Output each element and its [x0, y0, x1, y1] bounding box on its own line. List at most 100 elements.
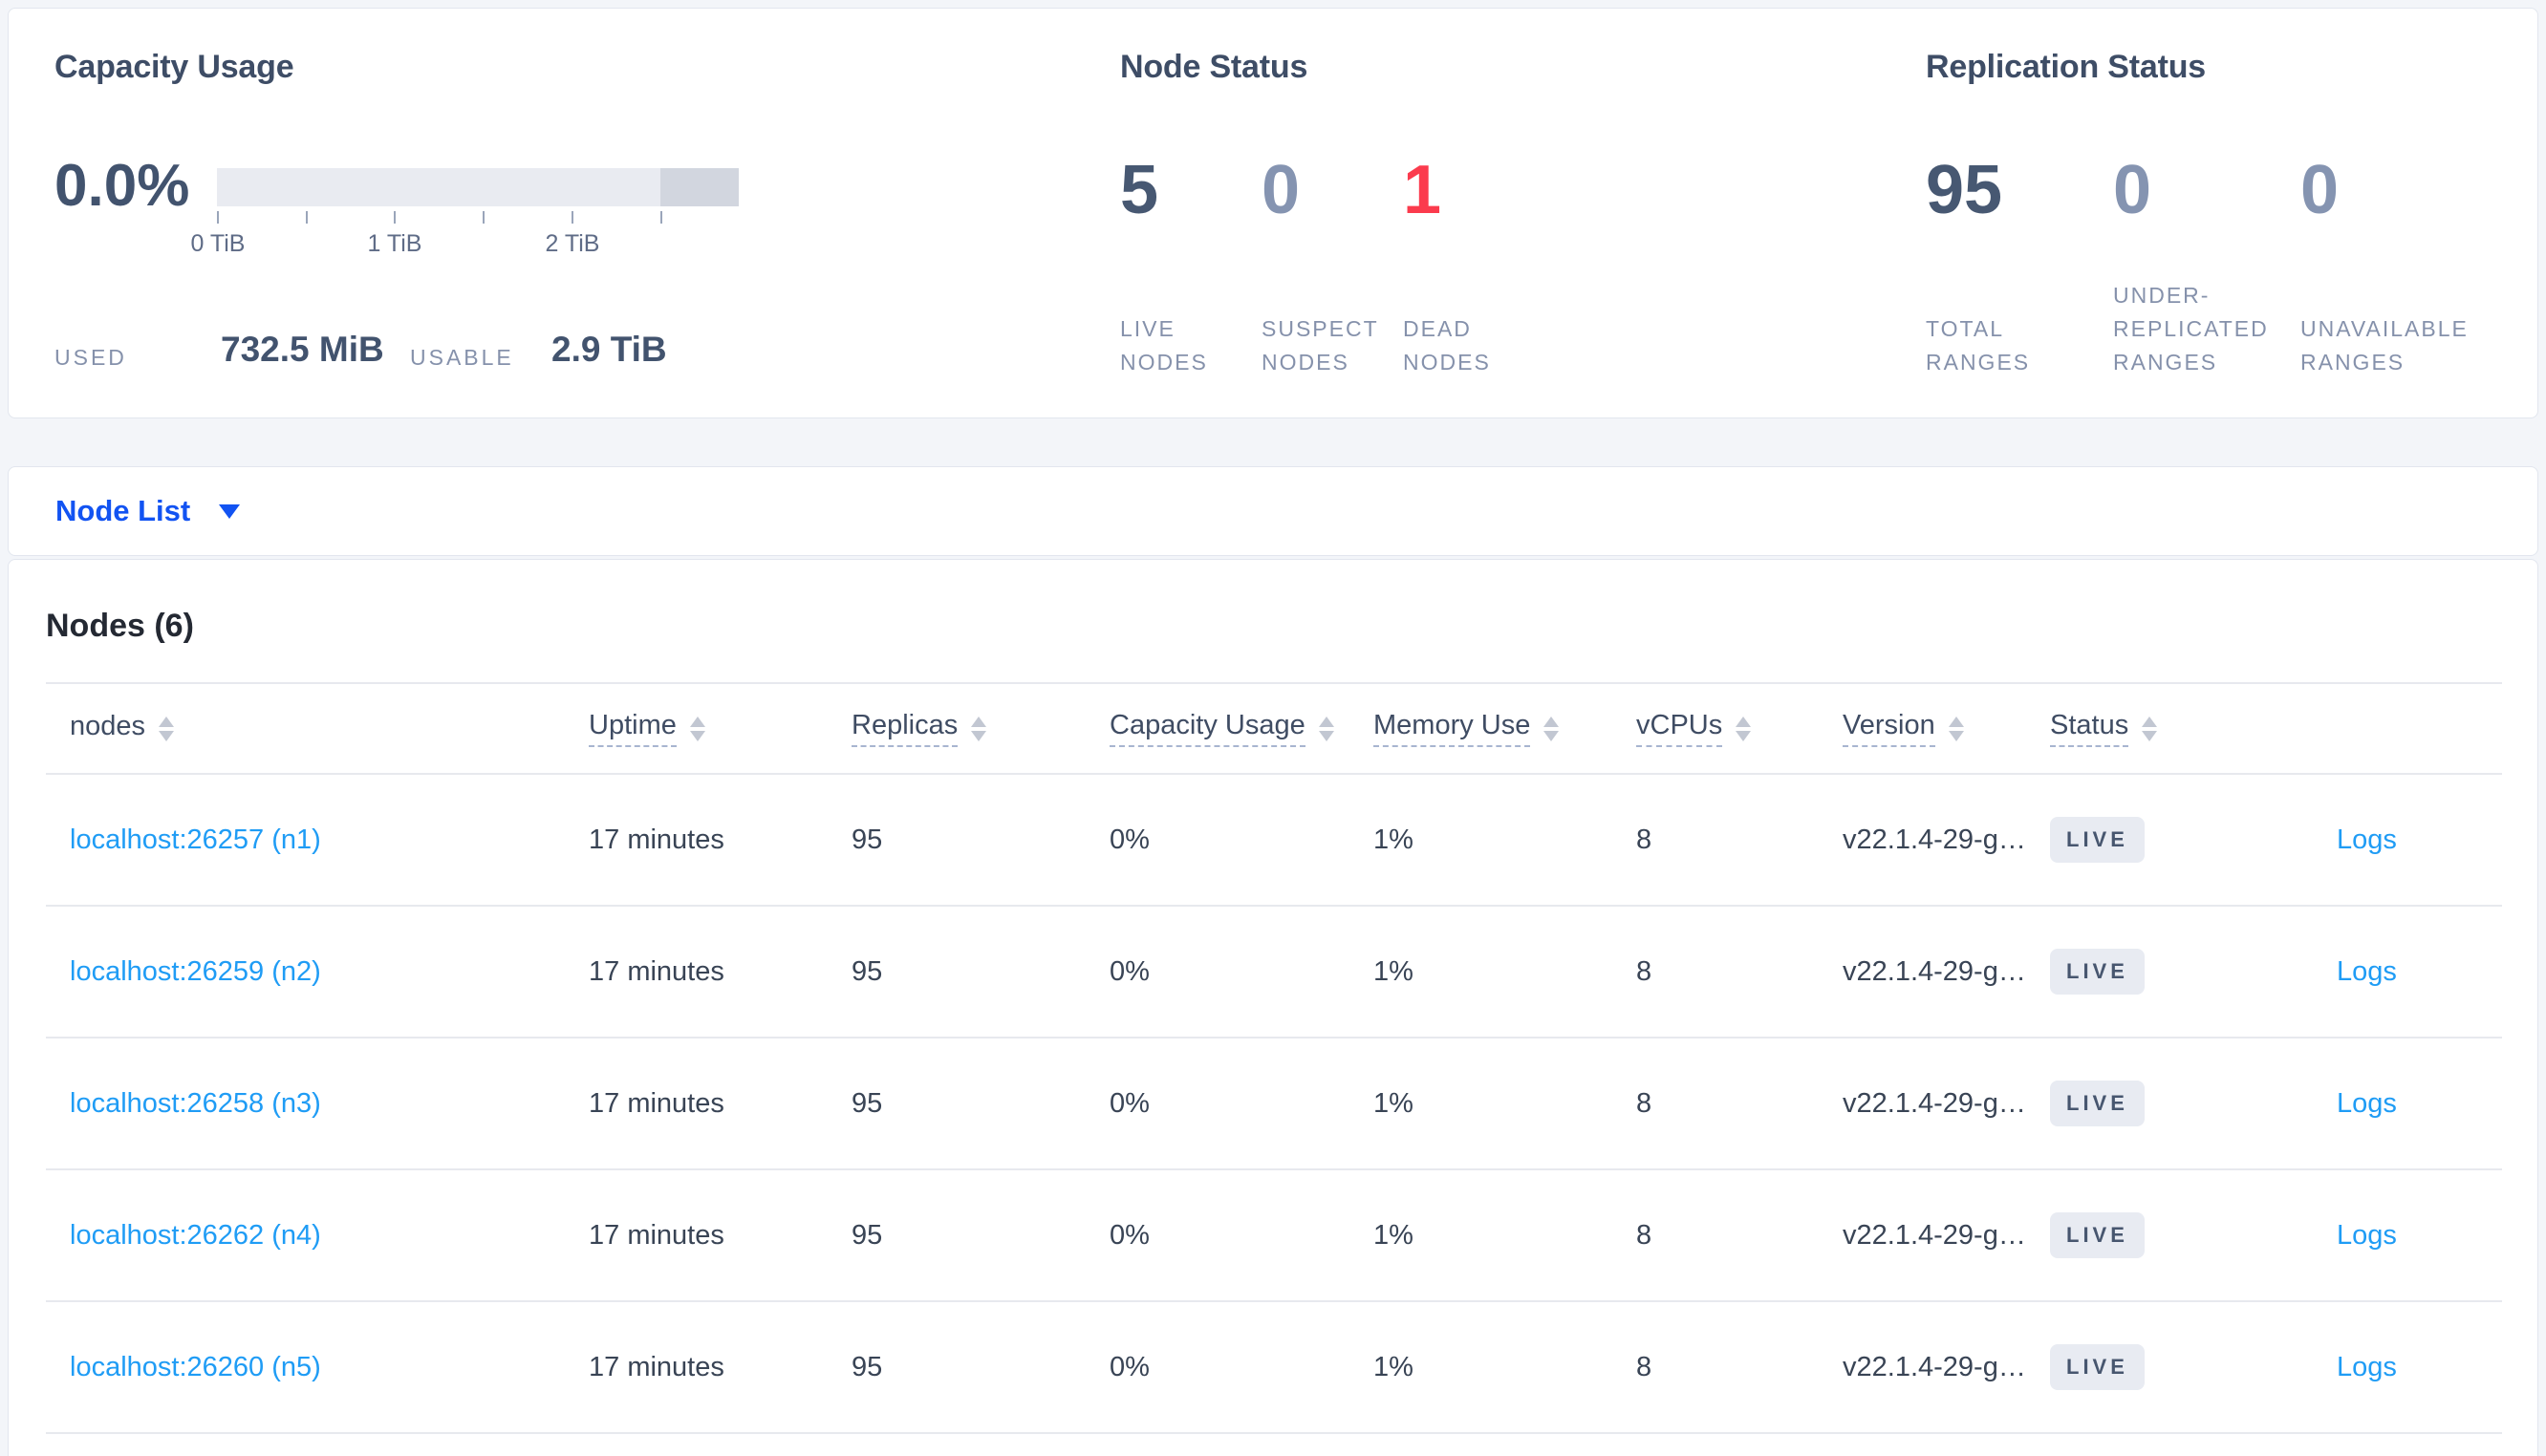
capacity-axis-tick [572, 211, 573, 224]
stat-label: DEAD NODES [1403, 316, 1491, 375]
replication-status-labels: TOTAL RANGES UNDER-REPLICATED RANGES UNAVA… [1926, 279, 2488, 379]
capacity-usable-value: 2.9 TiB [551, 330, 667, 369]
version-cell: v22.1.4-29-g… [1819, 1301, 2026, 1434]
memory-use-cell: 1% [1349, 1038, 1612, 1170]
replicas-cell: 95 [828, 906, 1086, 1038]
node-status-labels: LIVE NODES SUSPECT NODES DEAD NODES [1120, 279, 1544, 379]
column-label: Status [2050, 710, 2129, 747]
replicas-cell: 95 [828, 1301, 1086, 1434]
node-link[interactable]: localhost:26258 (n3) [70, 1088, 321, 1119]
column-header-uptime[interactable]: Uptime [565, 682, 828, 775]
capacity-bar-reserved-segment [660, 168, 739, 206]
capacity-tick-label: 2 TiB [545, 230, 600, 257]
version-cell: v22.1.4-29-g… [1819, 1038, 2026, 1170]
column-header-status[interactable]: Status [2026, 682, 2313, 775]
table-row: localhost:26259 (n2) 17 minutes 95 0% 1%… [46, 906, 2502, 1038]
logs-link[interactable]: Logs [2337, 1088, 2397, 1119]
vcpus-cell: 8 [1612, 1038, 1819, 1170]
capacity-usage-cell: 0% [1086, 1301, 1349, 1434]
status-badge: LIVE [2050, 949, 2145, 995]
vcpus-cell: 8 [1612, 774, 1819, 907]
sort-arrows-icon[interactable] [1736, 716, 1752, 741]
uptime-cell: 17 minutes [565, 1038, 828, 1170]
logs-link[interactable]: Logs [2337, 1352, 2397, 1382]
vcpus-cell: 8 [1612, 906, 1819, 1038]
node-status-values: 5 0 1 [1120, 152, 1544, 228]
replication-status-title: Replication Status [1926, 49, 2207, 85]
sort-arrows-icon[interactable] [1543, 716, 1560, 741]
table-header-row: nodes Uptime Replicas Capacity Usage Memory … [46, 682, 2502, 775]
status-badge: LIVE [2050, 1081, 2145, 1126]
column-header-empty [2313, 682, 2502, 775]
capacity-usage-cell: 0% [1086, 1169, 1349, 1302]
nodes-count-heading: Nodes (6) [46, 608, 194, 644]
column-label: Version [1843, 710, 1935, 747]
capacity-usage-title: Capacity Usage [54, 49, 294, 85]
node-link[interactable]: localhost:26257 (n1) [70, 824, 321, 855]
capacity-used-value: 732.5 MiB [221, 330, 384, 369]
capacity-axis-tick [394, 211, 396, 224]
capacity-axis-tick [483, 211, 485, 224]
view-selector-bar: Node List [8, 466, 2538, 556]
column-label: vCPUs [1636, 710, 1723, 747]
vcpus-cell: 8 [1612, 1169, 1819, 1302]
logs-link[interactable]: Logs [2337, 956, 2397, 987]
column-header-replicas[interactable]: Replicas [828, 682, 1086, 775]
replicas-cell: 95 [828, 1169, 1086, 1302]
vcpus-cell: 8 [1612, 1301, 1819, 1434]
sort-arrows-icon[interactable] [1318, 716, 1334, 741]
replication-status-values: 95 0 0 [1926, 152, 2488, 228]
stat-value: 0 [1262, 152, 1301, 228]
stat-label: LIVE NODES [1120, 316, 1208, 375]
capacity-tick-label: 1 TiB [367, 230, 422, 257]
node-status-title: Node Status [1120, 49, 1308, 85]
sort-arrows-icon[interactable] [1948, 716, 1964, 741]
capacity-tick-label: 0 TiB [190, 230, 246, 257]
version-cell: v22.1.4-29-g… [1819, 774, 2026, 907]
stat-label: UNAVAILABLE RANGES [2300, 316, 2469, 375]
table-row: localhost:26258 (n3) 17 minutes 95 0% 1%… [46, 1038, 2502, 1170]
sort-arrows-icon[interactable] [159, 716, 175, 741]
capacity-used-label: USED [54, 345, 127, 370]
stat-value: 0 [2300, 152, 2340, 228]
status-badge: LIVE [2050, 817, 2145, 863]
logs-link[interactable]: Logs [2337, 1220, 2397, 1251]
sort-arrows-icon[interactable] [689, 716, 705, 741]
uptime-cell: 17 minutes [565, 774, 828, 907]
nodes-table: nodes Uptime Replicas Capacity Usage Memory … [46, 682, 2502, 1434]
capacity-usage-cell: 0% [1086, 906, 1349, 1038]
column-header-version[interactable]: Version [1819, 682, 2026, 775]
memory-use-cell: 1% [1349, 774, 1612, 907]
version-cell: v22.1.4-29-g… [1819, 1169, 2026, 1302]
column-header-capacity-usage[interactable]: Capacity Usage [1086, 682, 1349, 775]
version-cell: v22.1.4-29-g… [1819, 906, 2026, 1038]
replicas-cell: 95 [828, 1038, 1086, 1170]
status-badge: LIVE [2050, 1212, 2145, 1258]
capacity-axis-tick [660, 211, 662, 224]
logs-link[interactable]: Logs [2337, 824, 2397, 855]
stat-label: SUSPECT NODES [1262, 316, 1379, 375]
column-header-nodes[interactable]: nodes [46, 682, 565, 775]
uptime-cell: 17 minutes [565, 906, 828, 1038]
cluster-summary-panel: Capacity Usage 0.0% 0 TiB 1 TiB 2 TiB US… [8, 8, 2538, 418]
node-link[interactable]: localhost:26259 (n2) [70, 956, 321, 987]
table-row: localhost:26257 (n1) 17 minutes 95 0% 1%… [46, 774, 2502, 907]
column-header-vcpus[interactable]: vCPUs [1612, 682, 1819, 775]
table-row: localhost:26260 (n5) 17 minutes 95 0% 1%… [46, 1301, 2502, 1434]
sort-arrows-icon[interactable] [2142, 716, 2158, 741]
capacity-usable-label: USABLE [410, 345, 514, 370]
column-header-memory-use[interactable]: Memory Use [1349, 682, 1612, 775]
view-selector-dropdown[interactable]: Node List [55, 467, 241, 555]
stat-value: 1 [1403, 152, 1442, 228]
capacity-axis-tick [217, 211, 219, 224]
stat-value: 5 [1120, 152, 1159, 228]
stat-label: TOTAL RANGES [1926, 316, 2031, 375]
status-badge: LIVE [2050, 1344, 2145, 1390]
memory-use-cell: 1% [1349, 1301, 1612, 1434]
memory-use-cell: 1% [1349, 906, 1612, 1038]
node-link[interactable]: localhost:26262 (n4) [70, 1220, 321, 1251]
sort-arrows-icon[interactable] [971, 716, 987, 741]
node-link[interactable]: localhost:26260 (n5) [70, 1352, 321, 1382]
capacity-axis-tick [306, 211, 308, 224]
replicas-cell: 95 [828, 774, 1086, 907]
